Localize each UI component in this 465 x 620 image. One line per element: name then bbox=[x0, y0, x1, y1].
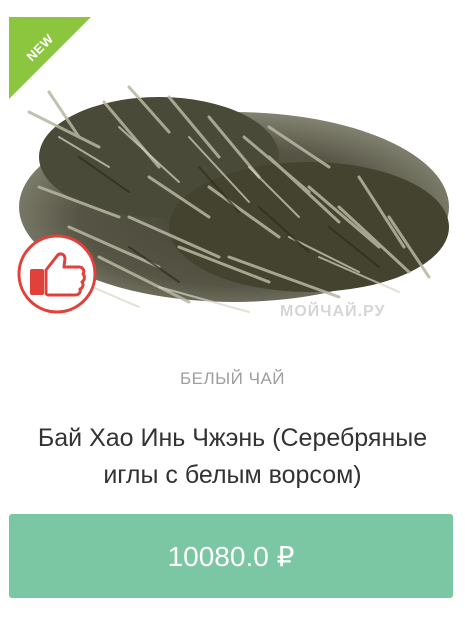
product-title[interactable]: Бай Хао Инь Чжэнь (Серебряные иглы с бел… bbox=[0, 420, 465, 494]
like-badge[interactable] bbox=[17, 234, 97, 314]
product-title-line-2: иглы с белым ворсом) bbox=[103, 461, 362, 489]
new-ribbon: NEW bbox=[9, 17, 91, 99]
watermark-text: МОЙЧАЙ.РУ bbox=[280, 303, 386, 320]
product-card[interactable]: МОЙЧАЙ.РУ NEW БЕЛЫЙ ЧАЙ Бай Хао Инь Чжэн… bbox=[0, 0, 465, 620]
price-button[interactable]: 10080.0 ₽ bbox=[9, 514, 453, 598]
thumbs-up-icon bbox=[17, 234, 97, 314]
product-category: БЕЛЫЙ ЧАЙ bbox=[179, 369, 286, 388]
product-title-line-1: Бай Хао Инь Чжэнь (Серебряные bbox=[37, 424, 428, 452]
